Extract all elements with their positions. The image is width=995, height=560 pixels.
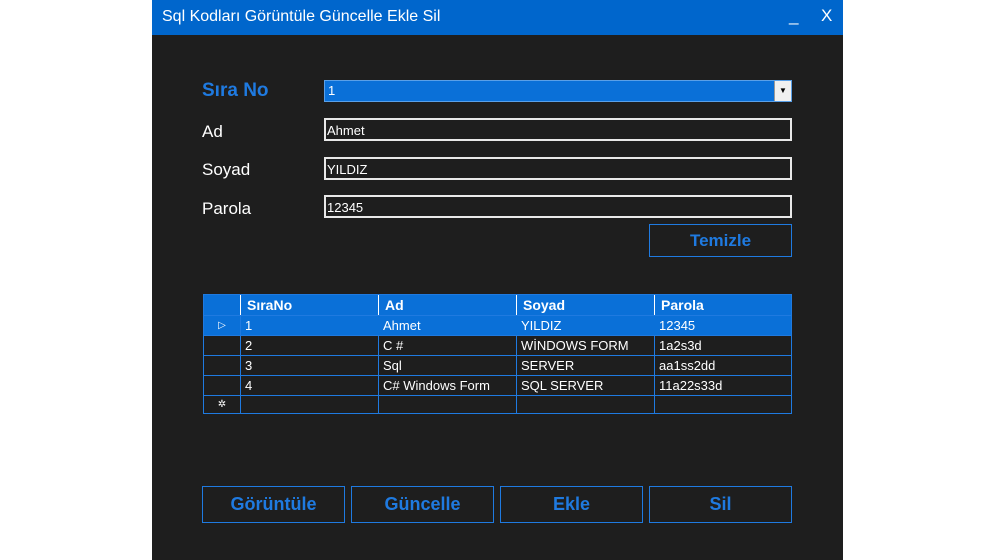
row-header[interactable] [204,356,241,375]
cell-ad[interactable]: Sql [379,356,517,375]
row-header[interactable] [204,376,241,395]
cell-sirano[interactable] [241,396,379,413]
new-row[interactable]: ✲ [204,395,791,413]
column-header-parola[interactable]: Parola [655,295,791,315]
soyad-label: Soyad [202,160,251,179]
cell-ad[interactable]: C# Windows Form [379,376,517,395]
soyad-input[interactable] [324,157,792,180]
data-grid[interactable]: SıraNo Ad Soyad Parola ▷ 1 Ahmet YILDIZ … [203,294,792,414]
sirano-value: 1 [328,83,336,98]
ad-input[interactable] [324,118,792,141]
chevron-down-icon[interactable]: ▼ [774,81,791,101]
parola-label: Parola [202,199,252,218]
table-row[interactable]: 4 C# Windows Form SQL SERVER 11a22s33d [204,375,791,395]
ekle-button[interactable]: Ekle [500,486,643,523]
cell-soyad[interactable]: SQL SERVER [517,376,655,395]
cell-ad[interactable]: C # [379,336,517,355]
column-header-ad[interactable]: Ad [379,295,517,315]
app-window: Sql Kodları Görüntüle Güncelle Ekle Sil … [152,0,843,560]
cell-soyad[interactable]: SERVER [517,356,655,375]
sil-button[interactable]: Sil [649,486,792,523]
window-title: Sql Kodları Görüntüle Güncelle Ekle Sil [162,8,441,25]
ad-label: Ad [202,122,223,141]
grid-header: SıraNo Ad Soyad Parola [204,295,791,315]
goruntule-button[interactable]: Görüntüle [202,486,345,523]
cell-ad[interactable] [379,396,517,413]
table-row[interactable]: ▷ 1 Ahmet YILDIZ 12345 [204,315,791,335]
new-row-icon: ✲ [204,396,241,413]
guncelle-button[interactable]: Güncelle [351,486,494,523]
cell-sirano[interactable]: 1 [241,316,379,335]
cell-parola[interactable]: 1a2s3d [655,336,791,355]
column-header-soyad[interactable]: Soyad [517,295,655,315]
temizle-button[interactable]: Temizle [649,224,792,257]
cell-sirano[interactable]: 3 [241,356,379,375]
sirano-label: Sıra No [202,80,269,101]
grid-corner [204,295,241,315]
sirano-combobox[interactable]: 1 ▼ [324,80,792,102]
cell-soyad[interactable]: YILDIZ [517,316,655,335]
cell-ad[interactable]: Ahmet [379,316,517,335]
cell-soyad[interactable] [517,396,655,413]
column-header-sirano[interactable]: SıraNo [241,295,379,315]
minimize-button[interactable]: _ [789,6,798,26]
current-row-icon: ▷ [204,316,241,335]
cell-parola[interactable]: 11a22s33d [655,376,791,395]
cell-sirano[interactable]: 4 [241,376,379,395]
cell-soyad[interactable]: WİNDOWS FORM [517,336,655,355]
parola-input[interactable] [324,195,792,218]
table-row[interactable]: 2 C # WİNDOWS FORM 1a2s3d [204,335,791,355]
cell-parola[interactable]: 12345 [655,316,791,335]
cell-parola[interactable]: aa1ss2dd [655,356,791,375]
close-button[interactable]: X [821,6,832,26]
row-header[interactable] [204,336,241,355]
cell-sirano[interactable]: 2 [241,336,379,355]
table-row[interactable]: 3 Sql SERVER aa1ss2dd [204,355,791,375]
cell-parola[interactable] [655,396,791,413]
title-bar: Sql Kodları Görüntüle Güncelle Ekle Sil … [152,0,843,35]
